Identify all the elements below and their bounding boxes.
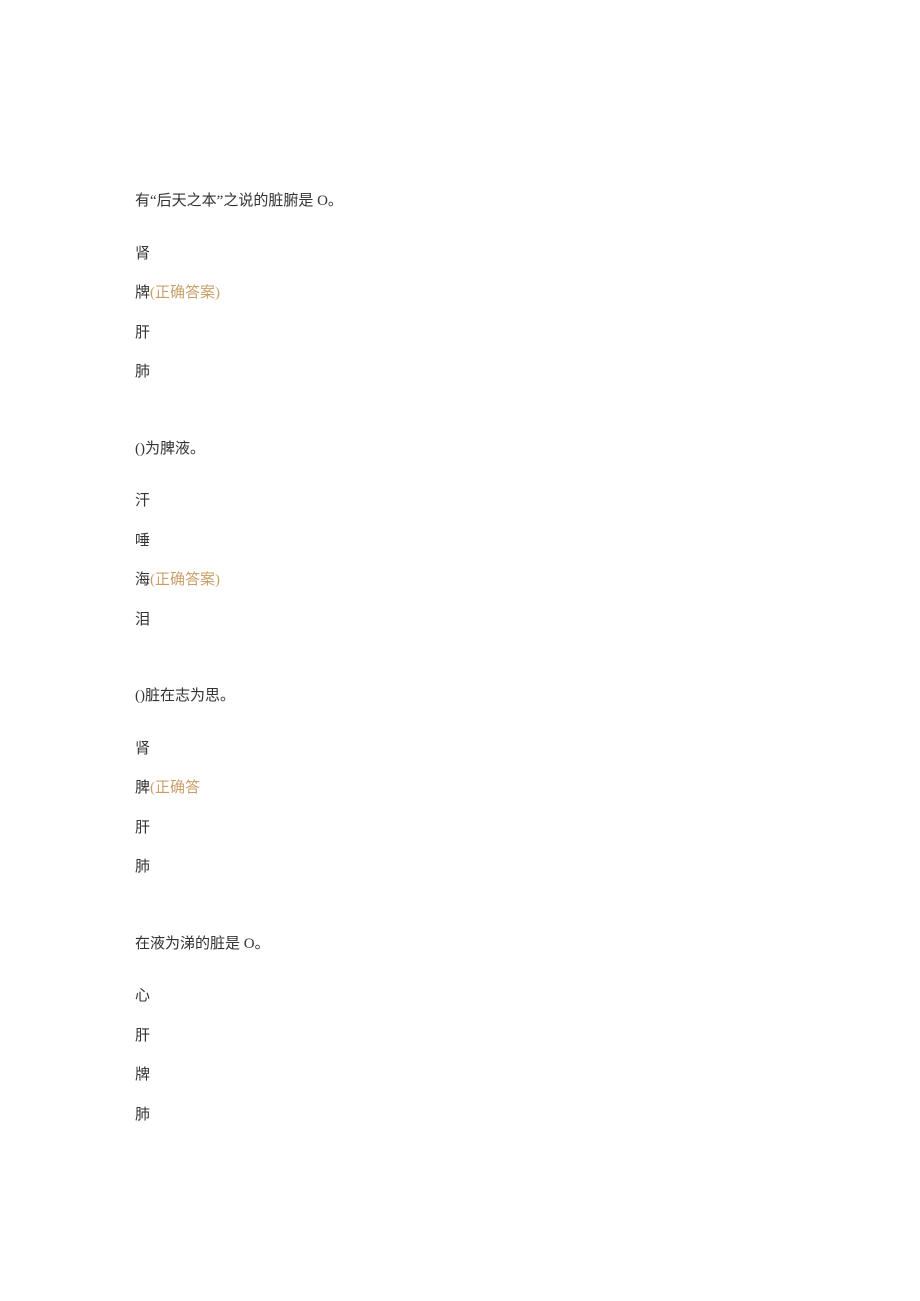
option-text: 心: [135, 988, 150, 1004]
option: 肺: [135, 361, 785, 384]
option: 肾: [135, 243, 785, 266]
correct-answer-label: (正确答: [150, 780, 200, 796]
question-block: ()为脾液。 汗 唾 海(正确答案) 泪: [135, 438, 785, 632]
option: 汗: [135, 490, 785, 513]
option-text: 肝: [135, 1028, 150, 1044]
option: 肾: [135, 738, 785, 761]
option-text: 牌: [135, 285, 150, 301]
option-text: 肝: [135, 325, 150, 341]
option: 心: [135, 985, 785, 1008]
option: 肺: [135, 856, 785, 879]
question-block: ()脏在志为思。 肾 脾(正确答 肝 肺: [135, 685, 785, 879]
option-text: 肾: [135, 246, 150, 262]
option-text: 肺: [135, 1107, 150, 1123]
option: 肝: [135, 322, 785, 345]
option-text: 肾: [135, 741, 150, 757]
question-prompt: ()为脾液。: [135, 438, 785, 461]
option-text: 泪: [135, 612, 150, 628]
option-text: 汗: [135, 493, 150, 509]
option: 泪: [135, 609, 785, 632]
correct-answer-label: (正确答案): [150, 572, 220, 588]
option-text: 牌: [135, 1067, 150, 1083]
question-block: 有“后天之本”之说的脏腑是 O。 肾 牌(正确答案) 肝 肺: [135, 190, 785, 384]
option: 肺: [135, 1104, 785, 1127]
option-text: 脾: [135, 780, 150, 796]
option: 肝: [135, 1025, 785, 1048]
option-text: 肺: [135, 859, 150, 875]
option: 牌: [135, 1064, 785, 1087]
option: 海(正确答案): [135, 569, 785, 592]
option: 肝: [135, 817, 785, 840]
question-prompt: 在液为涕的脏是 O。: [135, 933, 785, 956]
question-prompt: ()脏在志为思。: [135, 685, 785, 708]
option-text: 唾: [135, 533, 150, 549]
option-text: 肺: [135, 364, 150, 380]
option: 脾(正确答: [135, 777, 785, 800]
option: 牌(正确答案): [135, 282, 785, 305]
correct-answer-label: (正确答案): [150, 285, 220, 301]
option-text: 海: [135, 572, 150, 588]
question-prompt: 有“后天之本”之说的脏腑是 O。: [135, 190, 785, 213]
question-block: 在液为涕的脏是 O。 心 肝 牌 肺: [135, 933, 785, 1127]
option: 唾: [135, 530, 785, 553]
option-text: 肝: [135, 820, 150, 836]
